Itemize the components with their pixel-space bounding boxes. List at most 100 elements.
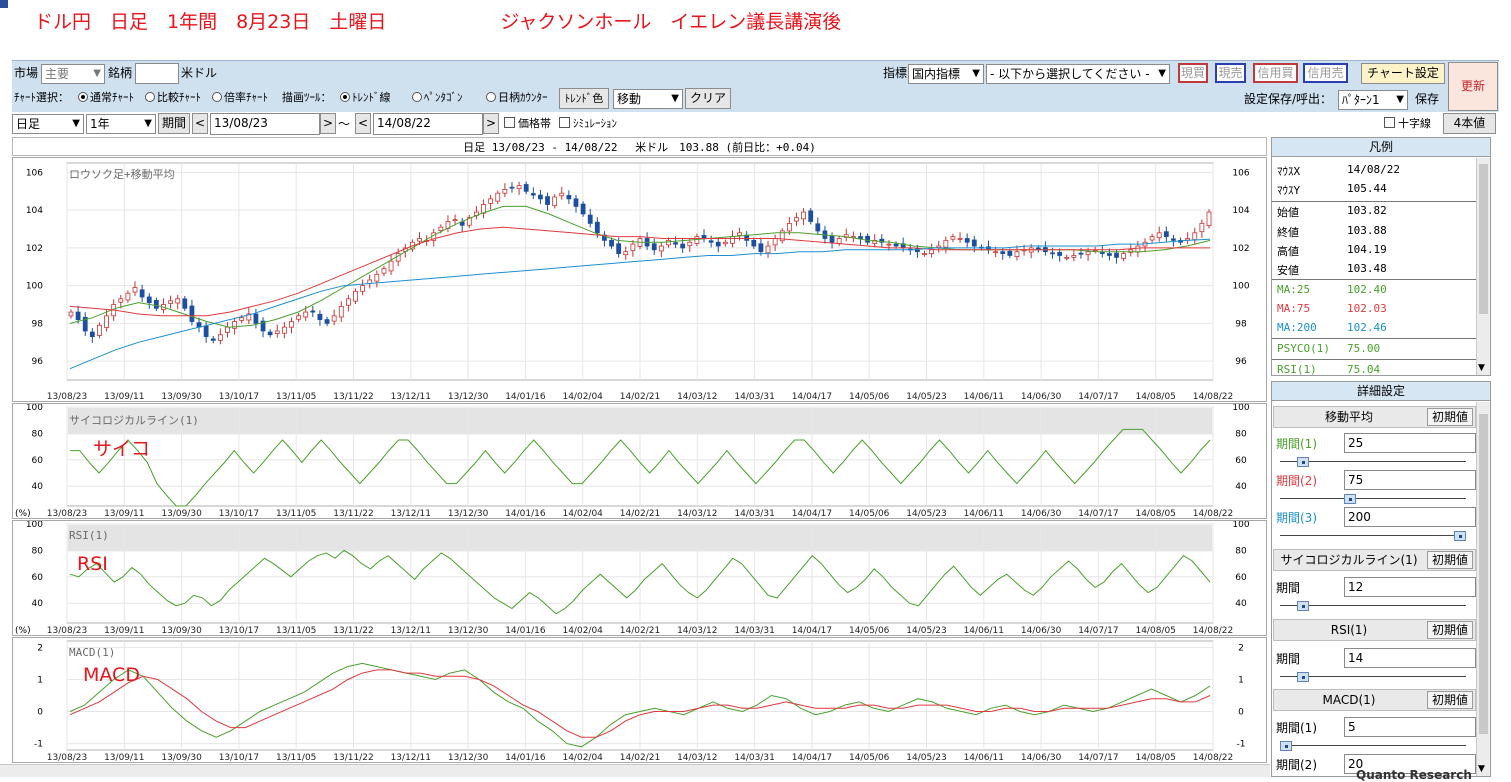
price-chart-svg[interactable]: 13/08/23 13/09/11 13/09/30 13/10/17 13/11/05… bbox=[13, 158, 1268, 403]
x-tick-label: 13/09/11 bbox=[104, 753, 144, 763]
radio-ratio-chart[interactable]: 倍率ﾁｬｰﾄ bbox=[212, 88, 268, 108]
candle-body bbox=[708, 240, 714, 243]
ma-period3-input[interactable]: 200 bbox=[1344, 507, 1476, 527]
chevron-down-icon: ▼ bbox=[972, 68, 980, 79]
period-button[interactable]: 期間 bbox=[158, 113, 190, 134]
cash-sell-button[interactable]: 現売 bbox=[1215, 63, 1246, 83]
pattern-value: ﾊﾟﾀｰﾝ1 bbox=[1342, 93, 1380, 107]
detail-settings-panel: 詳細設定 移動平均 初期値 期間(1) 25 期間(2) 75 期間(3) 200… bbox=[1271, 381, 1491, 777]
date-range-separator: ～ bbox=[338, 117, 351, 131]
next-to-button[interactable]: > bbox=[483, 113, 499, 134]
psychological-panel[interactable]: 13/08/23 13/09/11 13/09/30 13/10/17 13/11/05… bbox=[12, 403, 1267, 519]
ma-period1-input[interactable]: 25 bbox=[1344, 433, 1476, 453]
prev-to-button[interactable]: < bbox=[355, 113, 371, 134]
rsi-reset-button[interactable]: 初期値 bbox=[1426, 621, 1473, 639]
candle-body bbox=[139, 289, 145, 298]
candle-body bbox=[182, 298, 188, 309]
margin-sell-button[interactable]: 信用売 bbox=[1303, 63, 1348, 83]
macd-panel[interactable]: 13/08/23 13/09/11 13/09/30 13/10/17 13/11/05… bbox=[12, 637, 1267, 763]
x-tick-label: 13/10/17 bbox=[219, 753, 259, 763]
slider-thumb[interactable] bbox=[1280, 741, 1292, 751]
to-date-input[interactable]: 14/08/22 bbox=[373, 113, 483, 135]
rsi-period-label: 期間 bbox=[1276, 652, 1301, 666]
next-from-button[interactable]: > bbox=[320, 113, 336, 134]
slider-thumb[interactable] bbox=[1344, 494, 1357, 504]
radio-pentagon[interactable]: ﾍﾟﾝﾀｺﾞﾝ bbox=[412, 88, 463, 108]
macd-period1-input[interactable]: 5 bbox=[1344, 717, 1476, 737]
radio-compare-chart[interactable]: 比較ﾁｬｰﾄ bbox=[145, 88, 201, 108]
x-tick-label: 14/03/31 bbox=[734, 509, 774, 519]
macd-svg[interactable]: 13/08/23 13/09/11 13/09/30 13/10/17 13/11/05… bbox=[13, 638, 1268, 764]
psychological-svg[interactable]: 13/08/23 13/09/11 13/09/30 13/10/17 13/11/05… bbox=[13, 404, 1268, 520]
refresh-button[interactable]: 更新 bbox=[1448, 62, 1498, 111]
indicator-detail-select[interactable]: - 以下から選択してください - ▼ bbox=[986, 64, 1170, 84]
psy-period-slider[interactable] bbox=[1280, 601, 1466, 611]
prev-from-button[interactable]: < bbox=[192, 113, 208, 134]
market-select[interactable]: 主要 ▼ bbox=[41, 64, 105, 84]
simulation-label: ｼﾐｭﾚｰｼｮﾝ bbox=[573, 117, 617, 130]
ma-period2-slider[interactable] bbox=[1280, 494, 1466, 504]
slider-thumb[interactable] bbox=[1297, 457, 1310, 467]
ma-period1-slider[interactable] bbox=[1280, 457, 1466, 467]
date-range-row: 日足 ▼ 1年 ▼ 期間 < 13/08/23 > ～ < 14/08/22 > 価… bbox=[12, 112, 1499, 136]
indicator-select[interactable]: 国内指標 ▼ bbox=[908, 64, 984, 84]
ma-period3-slider[interactable] bbox=[1280, 531, 1466, 541]
chart-settings-button[interactable]: チャート設定 bbox=[1361, 63, 1445, 84]
margin-buy-button[interactable]: 信用買 bbox=[1253, 63, 1298, 83]
price-chart-panel[interactable]: 13/08/23 13/09/11 13/09/30 13/10/17 13/11/05… bbox=[12, 157, 1267, 402]
slider-thumb[interactable] bbox=[1297, 672, 1310, 682]
candle-body bbox=[865, 235, 870, 243]
pattern-select[interactable]: ﾊﾟﾀｰﾝ1 ▼ bbox=[1338, 90, 1408, 110]
rsi-svg[interactable]: 13/08/23 13/09/11 13/09/30 13/10/17 13/11/05… bbox=[13, 521, 1268, 637]
from-date-input[interactable]: 13/08/23 bbox=[210, 113, 320, 135]
detail-scroll-thumb[interactable] bbox=[1479, 414, 1488, 734]
legend-ma75-label: MA:75 bbox=[1277, 302, 1311, 315]
trend-color-button[interactable]: ﾄﾚﾝﾄﾞ色 bbox=[559, 88, 609, 109]
radio-normal-chart[interactable]: 通常ﾁｬｰﾄ bbox=[78, 88, 134, 108]
span-select[interactable]: 1年 ▼ bbox=[86, 114, 156, 134]
move-select[interactable]: 移動 ▼ bbox=[613, 89, 683, 109]
cash-buy-button[interactable]: 現買 bbox=[1178, 63, 1208, 83]
y-tick-label-right: 60 bbox=[1235, 456, 1247, 466]
radio-trendline[interactable]: ﾄﾚﾝﾄﾞ線 bbox=[340, 88, 391, 108]
chevron-down-icon[interactable]: ▼ bbox=[1478, 363, 1485, 373]
slider-thumb[interactable] bbox=[1297, 601, 1310, 611]
y-tick-label-right: -1 bbox=[1237, 740, 1246, 750]
psychological-reset-button[interactable]: 初期値 bbox=[1426, 551, 1473, 569]
macd-period1-label: 期間(1) bbox=[1276, 721, 1317, 735]
chevron-down-icon[interactable]: ▼ bbox=[1478, 764, 1485, 774]
macd-section: MACD(1) 初期値 bbox=[1273, 689, 1476, 711]
candle-body bbox=[971, 239, 977, 247]
chevron-right-icon: > bbox=[485, 116, 497, 130]
macd-section-title: MACD(1) bbox=[1322, 693, 1376, 707]
slider-thumb[interactable] bbox=[1454, 531, 1466, 541]
symbol-input[interactable] bbox=[135, 63, 179, 84]
psy-period-input[interactable]: 12 bbox=[1344, 577, 1476, 597]
period-type-select[interactable]: 日足 ▼ bbox=[12, 114, 84, 134]
legend-ma200-label: MA:200 bbox=[1277, 321, 1317, 334]
rsi-period-slider[interactable] bbox=[1280, 672, 1466, 682]
x-tick-label: 14/06/30 bbox=[1021, 626, 1062, 636]
ma-reset-button[interactable]: 初期値 bbox=[1426, 408, 1473, 426]
price-band-checkbox[interactable]: 価格帯 bbox=[504, 114, 551, 134]
rsi-panel[interactable]: 13/08/23 13/09/11 13/09/30 13/10/17 13/11/05… bbox=[12, 520, 1267, 636]
macd-period1-slider[interactable] bbox=[1280, 741, 1466, 751]
candle-body bbox=[929, 249, 935, 254]
clear-button[interactable]: クリア bbox=[685, 88, 731, 109]
rsi-period-input[interactable]: 14 bbox=[1344, 648, 1476, 668]
detail-scrollbar[interactable]: ▼ bbox=[1476, 402, 1490, 776]
candle-body bbox=[89, 331, 95, 337]
y-tick-label-right: 80 bbox=[1235, 429, 1247, 439]
simulation-checkbox[interactable]: ｼﾐｭﾚｰｼｮﾝ bbox=[559, 114, 617, 134]
horizontal-scrollbar[interactable] bbox=[0, 764, 1270, 777]
macd-reset-button[interactable]: 初期値 bbox=[1426, 691, 1473, 709]
ma-period2-input[interactable]: 75 bbox=[1344, 470, 1476, 490]
crosshair-checkbox[interactable]: 十字線 bbox=[1384, 114, 1431, 134]
save-button[interactable]: 保存 bbox=[1410, 89, 1444, 110]
radio-day-counter[interactable]: 日柄ｶｳﾝﾀｰ bbox=[486, 88, 548, 108]
candle-body bbox=[559, 192, 565, 197]
legend-scroll-thumb[interactable] bbox=[1479, 164, 1488, 314]
x-tick-label: 14/02/21 bbox=[620, 626, 660, 636]
legend-scrollbar[interactable]: ▼ bbox=[1476, 158, 1490, 375]
four-values-button[interactable]: 4本値 bbox=[1443, 113, 1496, 134]
